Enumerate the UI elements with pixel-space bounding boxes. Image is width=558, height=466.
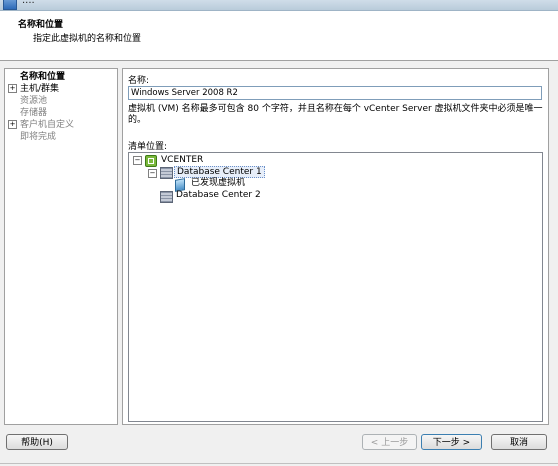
step-name-location[interactable]: 名称和位置 [8, 71, 65, 83]
step-resource-pool[interactable]: 资源池 [8, 95, 47, 107]
inventory-location-label: 清单位置: [128, 142, 168, 152]
vcenter-icon [145, 155, 157, 167]
collapse-icon[interactable]: − [133, 156, 142, 165]
wizard-header: 名称和位置 指定此虚拟机的名称和位置 [0, 11, 558, 61]
expand-icon[interactable]: + [8, 120, 17, 129]
step-ready-to-complete[interactable]: 即将完成 [8, 131, 56, 143]
inventory-tree[interactable]: − VCENTER − Database Center 1 已发现虚拟机 Dat… [128, 152, 543, 422]
name-label: 名称: [128, 76, 150, 86]
step-storage[interactable]: 存储器 [8, 107, 47, 119]
content-panel: 名称: 虚拟机 (VM) 名称最多可包含 80 个字符，并且名称在每个 vCen… [122, 68, 549, 425]
step-label: 即将完成 [20, 132, 57, 142]
next-button[interactable]: 下一步 > [421, 434, 482, 450]
step-label: 存储器 [20, 108, 48, 118]
back-button[interactable]: < 上一步 [362, 434, 417, 450]
app-icon [3, 0, 17, 10]
datacenter-icon [160, 191, 173, 203]
step-label: 资源池 [20, 96, 48, 106]
expand-icon[interactable]: + [8, 84, 17, 93]
wizard-steps-panel: 名称和位置 + 主机/群集 资源池 存储器 + 客户机自定义 即将完成 [4, 68, 118, 425]
step-host-cluster[interactable]: + 主机/群集 [8, 83, 59, 95]
help-button[interactable]: 帮助(H) [6, 434, 68, 450]
page-title: 名称和位置 [18, 20, 64, 30]
step-label: 名称和位置 [20, 72, 66, 82]
bottom-divider [0, 463, 558, 464]
name-hint-text: 虚拟机 (VM) 名称最多可包含 80 个字符，并且名称在每个 vCenter … [128, 104, 543, 125]
window-titlebar[interactable]: .... [0, 0, 558, 11]
page-subtitle: 指定此虚拟机的名称和位置 [33, 34, 142, 44]
datacenter-icon [160, 167, 173, 179]
step-label: 主机/群集 [20, 84, 60, 94]
cancel-button[interactable]: 取消 [491, 434, 547, 450]
window-title: .... [22, 0, 35, 6]
collapse-icon[interactable]: − [148, 169, 157, 178]
vm-name-input[interactable] [128, 86, 542, 100]
step-guest-customization[interactable]: + 客户机自定义 [8, 119, 74, 131]
step-label: 客户机自定义 [20, 120, 75, 130]
